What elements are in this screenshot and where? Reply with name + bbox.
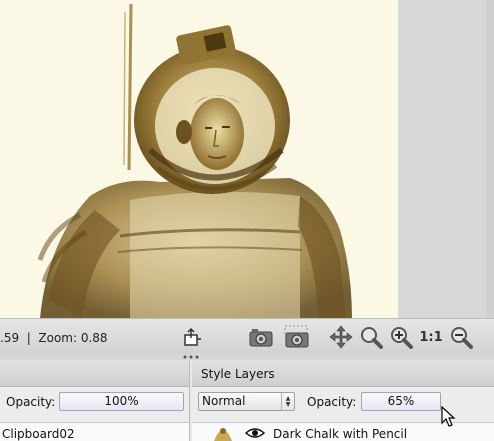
layers-panel: Opacity: 100% Clipboard02 bbox=[0, 360, 190, 441]
pan-button[interactable] bbox=[328, 324, 354, 350]
astronaut-sketch bbox=[37, 3, 352, 318]
zoom-button[interactable] bbox=[358, 324, 384, 350]
zoom-out-button[interactable] bbox=[448, 324, 474, 350]
style-opacity-field[interactable]: 65% bbox=[361, 392, 441, 411]
snapshot-alt-button[interactable] bbox=[284, 324, 310, 350]
layers-opacity-label: Opacity: bbox=[6, 395, 56, 409]
canvas-image[interactable] bbox=[0, 0, 398, 318]
stepper-arrows-icon: ▲ ▼ bbox=[281, 393, 294, 410]
export-icon bbox=[184, 327, 201, 346]
layer-name: Clipboard02 bbox=[2, 427, 75, 441]
style-layers-panel: Style Layers Normal ▲ ▼ Opacity: 65% Dark… bbox=[192, 360, 494, 441]
style-layers-header: Style Layers bbox=[192, 360, 494, 387]
bottom-panels: Opacity: 100% Clipboard02 Style Layers N… bbox=[0, 360, 494, 441]
canvas-area[interactable] bbox=[0, 0, 494, 327]
zoom-in-icon bbox=[391, 327, 413, 349]
mouse-cursor-icon bbox=[441, 406, 456, 427]
camera-alt-icon bbox=[284, 325, 309, 348]
zoom-icon bbox=[361, 327, 383, 349]
zoom-in-button[interactable] bbox=[388, 324, 414, 350]
status-bar: .59 | Zoom: 0.88 1:1 bbox=[0, 318, 494, 354]
layer-thumbnail bbox=[214, 428, 232, 441]
snapshot-button[interactable] bbox=[248, 324, 274, 350]
camera-icon bbox=[249, 329, 273, 347]
blend-mode-value: Normal bbox=[202, 394, 246, 408]
layers-opacity-row: Opacity: 100% bbox=[0, 388, 189, 416]
blend-mode-select[interactable]: Normal ▲ ▼ bbox=[198, 392, 295, 411]
layers-panel-header bbox=[0, 360, 189, 387]
scrollbar-edge[interactable] bbox=[486, 0, 494, 318]
pan-icon bbox=[329, 325, 353, 349]
panel-title: Style Layers bbox=[201, 367, 275, 381]
zoom-status: .59 | Zoom: 0.88 bbox=[0, 331, 108, 345]
style-opacity-label: Opacity: bbox=[307, 395, 357, 409]
list-item[interactable]: Clipboard02 bbox=[0, 422, 189, 441]
zoom-out-icon bbox=[451, 327, 473, 349]
export-button[interactable] bbox=[180, 324, 206, 350]
zoom-actual-size-button[interactable]: 1:1 bbox=[418, 324, 444, 350]
layers-opacity-field[interactable]: 100% bbox=[59, 392, 184, 411]
style-layer-name: Dark Chalk with Pencil bbox=[273, 427, 408, 441]
eye-icon[interactable] bbox=[245, 427, 265, 439]
